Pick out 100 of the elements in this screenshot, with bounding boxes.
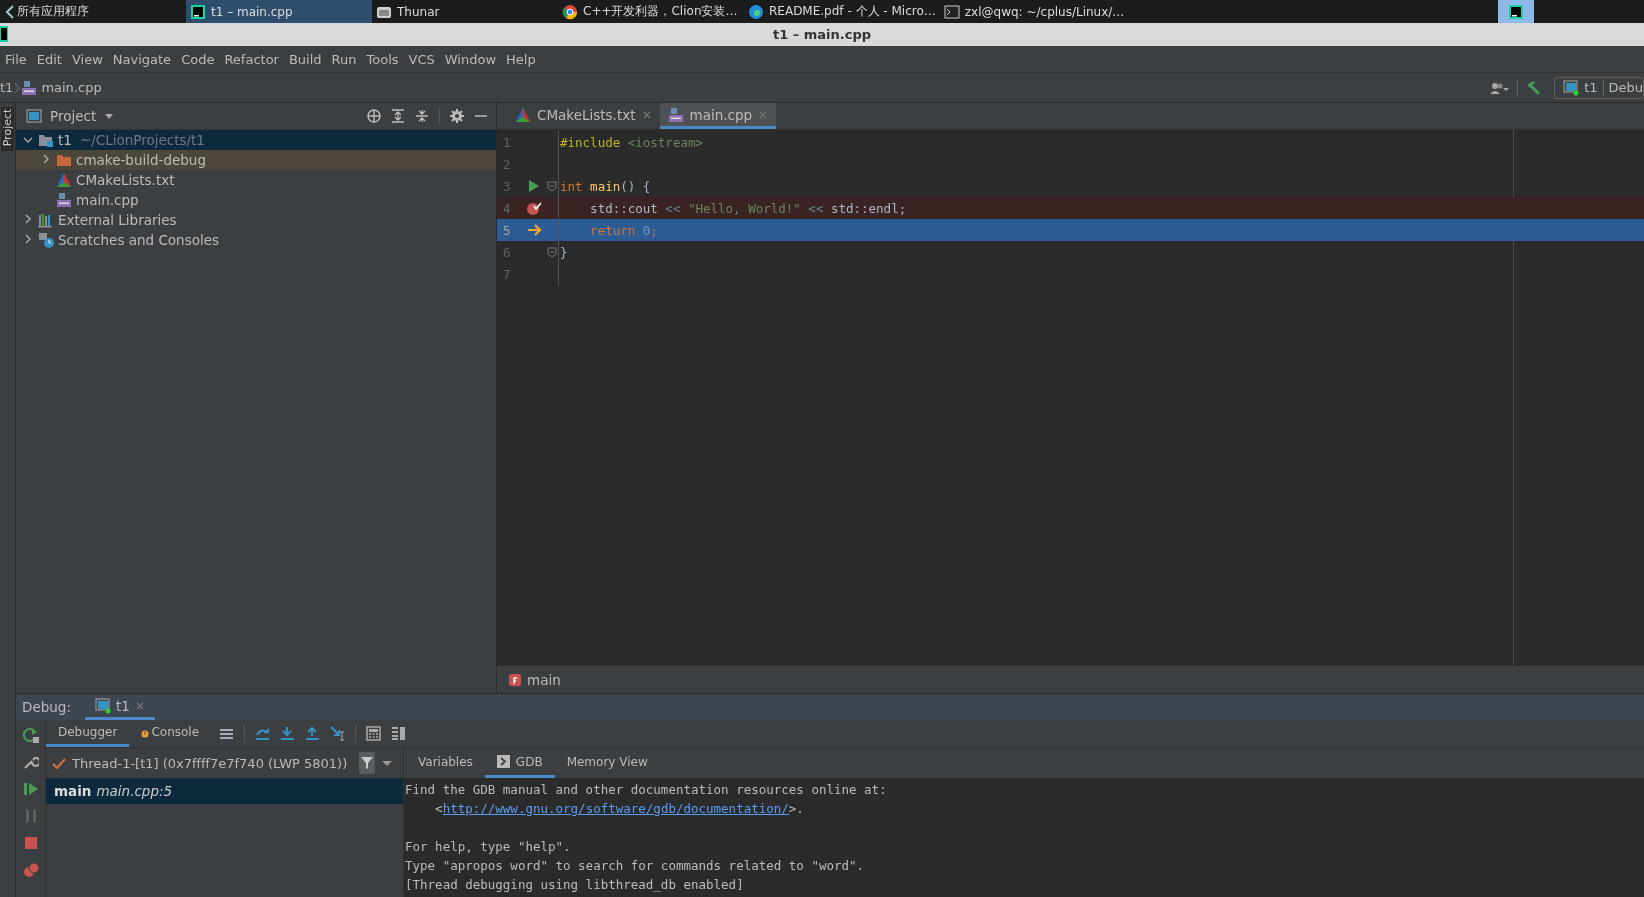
- function-icon: [509, 673, 521, 686]
- code-text: return 0;: [589, 222, 658, 238]
- menu-item[interactable]: Edit: [31, 51, 67, 67]
- project-view-selector[interactable]: Project: [26, 108, 115, 124]
- tree-row[interactable]: CMakeLists.txt: [16, 170, 496, 190]
- console-line: [Thread debugging using libthread_db enabled]: [405, 876, 745, 894]
- tree-item-label: External Libraries: [58, 212, 177, 228]
- line-number: 4: [502, 200, 512, 216]
- app-icon[interactable]: [1508, 3, 1524, 20]
- tree-item-label: main.cpp: [76, 192, 139, 208]
- taskbar-button[interactable]: t1 – main.cpp: [186, 0, 372, 23]
- triangle-icon: [515, 106, 531, 123]
- run-icon[interactable]: [528, 179, 540, 193]
- browser-icon[interactable]: [748, 3, 764, 20]
- code-text: }: [559, 244, 568, 260]
- tree-row[interactable]: Scratches and Consoles: [16, 230, 496, 250]
- window-icon: [1563, 79, 1580, 96]
- locate-icon[interactable]: [367, 109, 381, 123]
- expand-all-icon[interactable]: [391, 109, 405, 123]
- breadcrumb-item[interactable]: main.cpp: [21, 79, 102, 96]
- dropdown-arrow-icon: [104, 112, 115, 120]
- menu-item[interactable]: Build: [283, 51, 327, 67]
- menu-item[interactable]: File: [0, 51, 32, 67]
- panel-tab[interactable]: Console: [129, 720, 212, 747]
- view-tab[interactable]: Variables: [406, 748, 485, 778]
- tree-item-label: Scratches and Consoles: [58, 232, 220, 248]
- editor-tab[interactable]: CMakeLists.txt: [507, 103, 660, 129]
- project-tool-window-button[interactable]: Project: [1, 107, 14, 151]
- code-text: #include <iostream>: [559, 134, 703, 150]
- tree-row[interactable]: External Libraries: [16, 210, 496, 230]
- tree-row[interactable]: main.cpp: [16, 190, 496, 210]
- step-over-icon[interactable]: [255, 726, 271, 741]
- menu-item[interactable]: Run: [326, 51, 362, 67]
- layout-icon[interactable]: [391, 726, 407, 741]
- console-line: Type "apropos word" to search for commands related to "word".: [405, 857, 866, 875]
- taskbar-button[interactable]: zxl@qwq: ~/cplus/Linux/…: [939, 0, 1129, 23]
- frames-list-icon[interactable]: [219, 726, 235, 741]
- app-icon[interactable]: [190, 3, 206, 20]
- taskbar-button[interactable]: README.pdf - 个人 - Micro…: [744, 0, 940, 23]
- breakpoint-icon[interactable]: [526, 200, 542, 216]
- run-to-cursor-icon[interactable]: [330, 726, 346, 741]
- folder-icon: [56, 152, 72, 168]
- wrench-icon[interactable]: [22, 754, 39, 770]
- taskbar-button[interactable]: Thunar: [372, 0, 558, 23]
- view-tab[interactable]: GDB: [484, 748, 555, 778]
- filter-button[interactable]: [359, 752, 375, 774]
- prompt-icon: [496, 755, 510, 768]
- cpp-file-icon: [21, 79, 38, 96]
- editor-tab[interactable]: main.cpp: [659, 103, 777, 129]
- line-number: 3: [502, 178, 512, 194]
- menu-item[interactable]: Help: [501, 51, 541, 67]
- breadcrumb-item[interactable]: t1: [0, 80, 14, 95]
- session-tab[interactable]: t1: [84, 694, 155, 720]
- stop-icon[interactable]: [22, 835, 39, 851]
- browser-icon[interactable]: [562, 3, 578, 20]
- close-icon[interactable]: [641, 109, 652, 120]
- step-out-icon[interactable]: [305, 726, 321, 741]
- menu-item[interactable]: Tools: [361, 51, 404, 67]
- view-tab[interactable]: Memory View: [554, 748, 660, 778]
- rerun-icon[interactable]: [22, 727, 39, 743]
- line-number: 6: [502, 244, 512, 260]
- stack-frame[interactable]: main main.cpp:5: [46, 778, 403, 804]
- tray-app-button[interactable]: [1498, 0, 1534, 23]
- menu-item[interactable]: VCS: [403, 51, 440, 67]
- code-text: int main() {: [559, 178, 651, 194]
- line-number: 2: [502, 156, 512, 172]
- debug-label: Debug:: [22, 699, 71, 715]
- taskbar-button[interactable]: C++开发利器，Clion安装…: [558, 0, 744, 23]
- resume-icon[interactable]: [22, 781, 39, 797]
- settings-icon[interactable]: [450, 109, 464, 123]
- code-text: std::cout << "Hello, World!" << std::endl;: [589, 200, 907, 216]
- collapse-all-icon[interactable]: [415, 109, 429, 123]
- menu-item[interactable]: View: [66, 51, 108, 67]
- start-menu-button[interactable]: 所有应用程序: [0, 0, 186, 23]
- code-breadcrumb[interactable]: main: [497, 665, 1644, 693]
- menu-item[interactable]: Navigate: [107, 51, 177, 67]
- library-icon: [38, 212, 54, 228]
- thread-selector[interactable]: Thread-1-[t1] (0x7ffff7e7f740 (LWP 5801)): [72, 755, 348, 771]
- execution-arrow-icon: [526, 223, 542, 237]
- triangle-icon: [56, 172, 72, 188]
- tree-row[interactable]: t1 ~/CLionProjects/t1: [16, 130, 496, 150]
- menu-item[interactable]: Refactor: [219, 51, 284, 67]
- step-into-icon[interactable]: [280, 726, 296, 741]
- menu-item[interactable]: Code: [176, 51, 220, 67]
- menu-item[interactable]: Window: [439, 51, 502, 67]
- calculator-icon[interactable]: [366, 726, 382, 741]
- dropdown-arrow-icon[interactable]: [380, 759, 393, 767]
- run-configuration-selector[interactable]: t1 Debu: [1554, 76, 1644, 99]
- breakpoints-icon[interactable]: [22, 862, 39, 878]
- module-folder-icon: [38, 132, 54, 148]
- tree-row[interactable]: cmake-build-debug: [16, 150, 496, 170]
- terminal-icon[interactable]: [943, 3, 960, 20]
- window-title: t1 – main.cpp: [772, 27, 872, 42]
- fold-icon[interactable]: [547, 180, 557, 192]
- console-line: Find the GDB manual and other documentation resources online at:: [405, 781, 888, 799]
- users-icon[interactable]: [1489, 80, 1510, 95]
- documentation-link[interactable]: http://www.gnu.org/software/gdb/documentation/: [442, 801, 789, 816]
- hammer-icon[interactable]: [1526, 79, 1543, 96]
- panel-tab[interactable]: Debugger: [46, 720, 130, 747]
- fold-icon[interactable]: [547, 246, 557, 258]
